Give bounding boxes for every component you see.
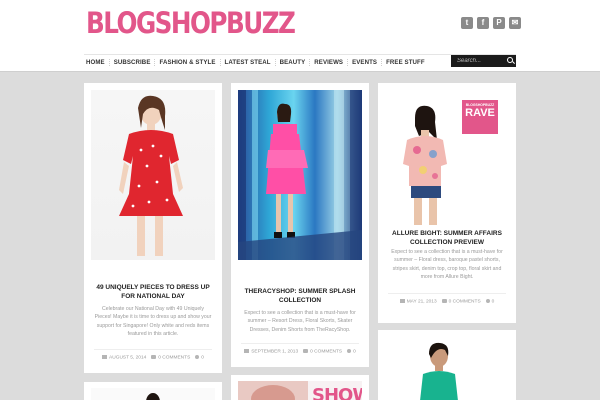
comment-icon (303, 349, 309, 353)
nav-item-beauty[interactable]: BEAUTY (274, 58, 310, 66)
post-likes-count: 0 (353, 349, 356, 355)
model-pink-dress-illustration (238, 90, 362, 260)
calendar-icon (244, 349, 250, 353)
post-comments-text: 0 COMMENTS (158, 355, 191, 361)
post-comments-text: 0 COMMENTS (310, 349, 343, 355)
card-divider (388, 293, 506, 294)
facebook-icon[interactable]: f (477, 17, 489, 29)
post-title[interactable]: 49 UNIQUELY PIECES TO DRESS UP FOR NATIO… (92, 283, 214, 302)
nav-item-fashion-style[interactable]: FASHION & STYLE (154, 58, 219, 66)
nav-item-events[interactable]: EVENTS (347, 58, 381, 66)
model-green-top-illustration (420, 342, 458, 400)
post-title[interactable]: THERACYSHOP: SUMMER SPLASH COLLECTION (239, 287, 361, 306)
site-header: BLOGSHOPBUZZ t f P ✉ HOME SUBSCRIBE FASH… (0, 0, 600, 72)
post-comments[interactable]: 0 COMMENTS (441, 299, 481, 305)
post-excerpt: Celebrate our National Day with 49 Uniqu… (94, 306, 212, 337)
search-input[interactable] (451, 55, 506, 67)
comment-icon (441, 299, 447, 303)
post-image-pink-dress[interactable] (238, 90, 362, 260)
nav-item-reviews[interactable]: REVIEWS (309, 58, 347, 66)
comment-icon (151, 355, 157, 359)
card-divider (94, 349, 212, 350)
bottom-left-illustration (146, 393, 160, 400)
show-label: SHOW (312, 385, 362, 400)
post-comments-text: 0 COMMENTS (448, 299, 481, 305)
post-card-allure-bight: BLOGSHOPBUZZ RAVE ALLURE BIGHT: SUMMER A… (378, 83, 516, 323)
post-card-green-top (378, 330, 516, 400)
post-date: AUGUST 5, 2014 (102, 355, 146, 360)
post-card-bottom-left (84, 382, 222, 400)
post-date-text: AUGUST 5, 2014 (109, 355, 147, 361)
nav-item-free-stuff[interactable]: FREE STUFF (381, 58, 429, 66)
nav-item-subscribe[interactable]: SUBSCRIBE (108, 58, 155, 66)
rave-badge-top: BLOGSHOPBUZZ (465, 103, 495, 107)
heart-icon (195, 355, 200, 359)
heart-icon (347, 349, 352, 353)
post-image-green-top[interactable] (385, 336, 509, 400)
post-likes-count: 0 (201, 355, 204, 361)
social-icons: t f P ✉ (461, 17, 521, 29)
post-image-red-dress[interactable] (91, 90, 215, 260)
post-likes[interactable]: 0 (347, 349, 356, 354)
post-meta: MAY 21, 2013 0 COMMENTS 0 (378, 299, 516, 304)
search-icon[interactable] (507, 57, 513, 63)
post-card-national-day: 49 UNIQUELY PIECES TO DRESS UP FOR NATIO… (84, 83, 222, 373)
post-card-show: SHOW (231, 375, 369, 400)
post-title[interactable]: ALLURE BIGHT: SUMMER AFFAIRS COLLECTION … (386, 229, 508, 248)
post-date-text: MAY 21, 2013 (406, 299, 437, 305)
rave-badge: BLOGSHOPBUZZ RAVE (462, 100, 498, 134)
search-box (451, 55, 516, 67)
post-excerpt: Expect to see a collection that is a mus… (244, 310, 356, 333)
post-likes[interactable]: 0 (195, 355, 204, 360)
post-image-show[interactable]: SHOW (238, 381, 362, 400)
nav-item-home[interactable]: HOME (84, 59, 109, 66)
post-meta: AUGUST 5, 2014 0 COMMENTS 0 (84, 355, 222, 360)
post-comments[interactable]: 0 COMMENTS (151, 355, 190, 360)
site-logo[interactable]: BLOGSHOPBUZZ (86, 6, 296, 40)
card-divider (241, 343, 359, 344)
rave-badge-label: RAVE (465, 107, 495, 119)
post-meta: SEPTEMBER 1, 2013 0 COMMENTS 0 (231, 349, 369, 354)
post-likes[interactable]: 0 (485, 299, 495, 305)
post-comments[interactable]: 0 COMMENTS (303, 349, 342, 354)
pinterest-icon[interactable]: P (493, 17, 505, 29)
twitter-icon[interactable]: t (461, 17, 473, 29)
model-red-dress-illustration (119, 95, 183, 256)
post-date-text: SEPTEMBER 1, 2013 (251, 349, 299, 355)
post-image-floral-top[interactable]: BLOGSHOPBUZZ RAVE (385, 90, 509, 225)
post-date: MAY 21, 2013 (399, 299, 437, 305)
post-excerpt: Expect to see a collection that is a mus… (391, 249, 503, 280)
heart-icon (485, 299, 490, 303)
post-likes-count: 0 (491, 299, 495, 305)
post-date: SEPTEMBER 1, 2013 (244, 349, 298, 354)
calendar-icon (102, 355, 108, 359)
post-image-bottom-left[interactable] (91, 388, 215, 400)
email-icon[interactable]: ✉ (509, 17, 521, 29)
nav-item-latest-steal[interactable]: LATEST STEAL (219, 58, 275, 66)
calendar-icon (399, 299, 405, 303)
post-card-theracyshop: THERACYSHOP: SUMMER SPLASH COLLECTION Ex… (231, 83, 369, 367)
